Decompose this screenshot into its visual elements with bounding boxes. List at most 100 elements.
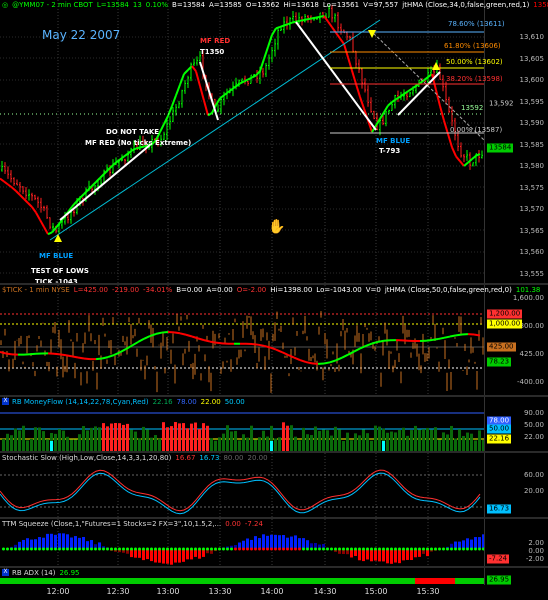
squeeze-dot (130, 547, 133, 551)
ask: A=13585 (208, 1, 242, 9)
bid: B=13584 (172, 1, 205, 9)
tick-hma-line (53, 352, 61, 356)
mf-bar (62, 430, 65, 451)
stochastic-pane[interactable]: 60.00 20.00 Stochastic Slow (High,Low,Clo… (0, 453, 548, 517)
tick-study-value: 101.38 (515, 286, 541, 294)
hma-line (195, 71, 201, 87)
hma-line (251, 74, 257, 79)
squeeze-dot (98, 547, 101, 551)
tick-hma-line (305, 361, 313, 365)
squeeze-bar (298, 538, 301, 549)
stoch-os: 20.00 (247, 454, 268, 462)
squeeze-bar (50, 533, 53, 549)
mf-bar (458, 429, 461, 451)
squeeze-tag: -7.24 (487, 554, 510, 564)
annotation-mf-blue-right: MF BLUE (376, 137, 411, 145)
mf-bar (214, 440, 217, 451)
tick-pane[interactable]: 1,600.00 800.00 425.00 -400.00 $TICK - 1 mi… (0, 285, 548, 395)
squeeze-bar (170, 549, 173, 565)
mf-bar-cyan (50, 441, 53, 451)
tick-hma-line (353, 347, 361, 353)
squeeze-bar (146, 549, 149, 560)
price-pane[interactable]: 13,610 13,605 13,600 13,595 13,590 13,585 13,5… (0, 0, 548, 286)
squeeze-dot (42, 547, 45, 551)
squeeze-dot (302, 547, 305, 551)
hma-line (295, 19, 301, 23)
squeeze-dot (474, 547, 477, 551)
squeeze-bar (386, 549, 389, 564)
axis-tick-label: 13,595 (519, 97, 545, 106)
squeeze-dot (70, 547, 73, 551)
squeeze-dot (250, 547, 253, 551)
squeeze-dot (142, 547, 145, 551)
squeeze-dot (290, 547, 293, 551)
axis-tick-label: 13,580 (519, 162, 545, 170)
tick-axis[interactable]: 1,600.00 800.00 425.00 -400.00 (484, 285, 548, 395)
ref-price-tag: 13,592 (487, 99, 516, 109)
mf-bar (34, 427, 37, 451)
squeeze-dot (466, 547, 469, 551)
squeeze-dot (462, 547, 465, 551)
squeeze-dot (114, 547, 117, 551)
tick-chart[interactable] (0, 285, 484, 395)
mf-bar (82, 426, 85, 451)
squeeze-dot (6, 547, 9, 551)
squeeze-dot (210, 547, 213, 551)
axis-tick-label: 13,590 (519, 119, 545, 127)
hma-line (307, 17, 313, 21)
mf-bar (18, 430, 21, 451)
adx-pane[interactable]: RB ADX (14) 26.95 X 26.95 (0, 568, 548, 585)
squeeze-bar (370, 549, 373, 562)
squeeze-dot (450, 547, 453, 551)
squeeze-bar (66, 534, 69, 549)
mf-bar (362, 429, 365, 451)
mf-bar (130, 429, 133, 451)
hma-line (271, 27, 277, 36)
moneyflow-pane[interactable]: 90.00 50.00 22.00 RB MoneyFlow (14,14,22,7… (0, 397, 548, 451)
volume: V=97,557 (363, 1, 399, 9)
squeeze-bar (166, 549, 169, 564)
mf-bar (190, 423, 193, 451)
mf-bar (66, 436, 69, 451)
squeeze-bar (366, 549, 369, 560)
mf-bar (262, 430, 265, 451)
squeeze-dot (354, 547, 357, 551)
close-study-icon[interactable]: X (2, 398, 9, 405)
hma-line (315, 15, 321, 19)
mf-bar (226, 425, 229, 451)
axis-tick-label: -400.00 (516, 378, 544, 386)
hma-line (355, 83, 361, 98)
mf-bar (390, 431, 393, 451)
tick-hma-line (251, 343, 259, 346)
hma-line (347, 57, 353, 71)
squeeze-dot (286, 547, 289, 551)
time-label: 15:00 (364, 587, 388, 596)
mf-bar (26, 440, 29, 451)
axis-tick-label: 1,600.00 (512, 294, 544, 302)
mf-bar (378, 426, 381, 451)
mf-bar (234, 430, 237, 451)
adx-bar (0, 578, 484, 584)
mf-bar (326, 430, 329, 451)
mf-bar (334, 426, 337, 451)
mf-bar (98, 427, 101, 451)
tick-hma-line (143, 335, 151, 340)
mf-bar (90, 427, 93, 451)
squeeze-dot (66, 547, 69, 551)
squeeze-pane[interactable]: 2.00 0.00 -2.00 TTM Squeeze (Close,1,"Futu… (0, 519, 548, 566)
tick-high: Hi=1398.00 (270, 286, 313, 294)
squeeze-dot (102, 547, 105, 551)
stochastic-chart[interactable] (0, 453, 484, 517)
squeeze-dot (234, 547, 237, 551)
close-adx-icon[interactable]: X (2, 569, 9, 576)
tick-hma-line (443, 335, 451, 339)
squeeze-dot (478, 547, 481, 551)
price-chart[interactable] (0, 0, 484, 283)
squeeze-bar (246, 538, 249, 549)
time-axis[interactable]: 12:00 12:30 13:00 13:30 14:00 14:30 15:00 15:30 (0, 585, 548, 600)
hma-line (275, 25, 281, 30)
squeeze-dot (434, 547, 437, 551)
squeeze-bar (410, 549, 413, 561)
squeeze-dot (454, 547, 457, 551)
adx-tag: 26.95 (487, 575, 512, 585)
